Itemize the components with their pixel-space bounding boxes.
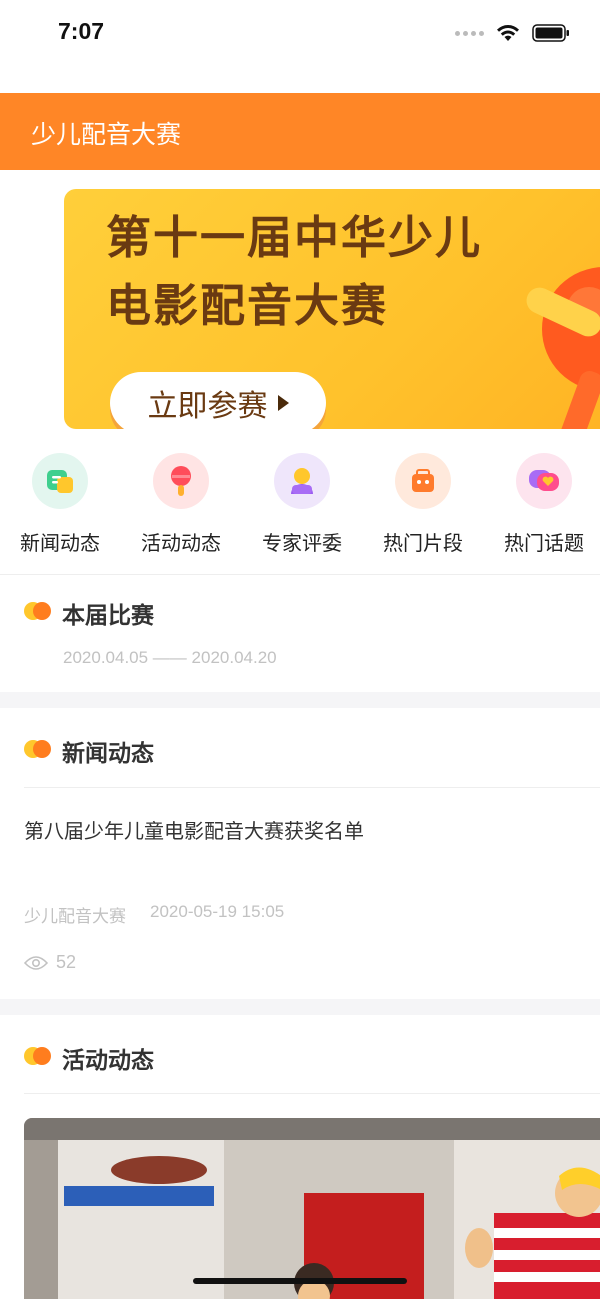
status-icons (455, 24, 570, 42)
news-view-count: 52 (56, 952, 77, 972)
page-title: 少儿配音大赛 (31, 120, 182, 149)
news-chat-icon (32, 453, 88, 509)
section-title-news[interactable]: 新闻动态 (62, 734, 154, 768)
news-meta: 少儿配音大赛 2020-05-19 15:05 (24, 902, 284, 927)
app-header: 少儿配音大赛 (0, 93, 600, 170)
status-time: 7:07 (58, 18, 105, 44)
home-indicator[interactable] (193, 1278, 407, 1284)
banner-title-line1: 第十一届中华少儿 (106, 211, 483, 264)
news-source: 少儿配音大赛 (24, 907, 126, 927)
section-gap (0, 692, 600, 708)
topic-heart-chat-icon (516, 453, 572, 509)
news-headline[interactable]: 第八届少年儿童电影配音大赛获奖名单 (24, 815, 364, 844)
microphone-icon (153, 453, 209, 509)
promo-banner[interactable]: 第十一届中华少儿 电影配音大赛 立即参赛 (64, 189, 600, 429)
banner-title-line2: 电影配音大赛 (106, 279, 389, 332)
nav-item-news[interactable]: 新闻动态 (0, 453, 120, 556)
judge-person-icon (274, 453, 330, 509)
play-arrow-icon (277, 395, 289, 411)
nav-item-hot-topics[interactable]: 热门话题 (484, 453, 600, 556)
news-views: 52 (24, 952, 76, 973)
category-nav: 新闻动态 活动动态 专家评委 热门片段 热门话题 (0, 453, 600, 573)
divider (24, 787, 600, 788)
wifi-icon (496, 24, 520, 42)
clapper-bag-icon (395, 453, 451, 509)
divider (0, 574, 600, 575)
nav-item-activities[interactable]: 活动动态 (121, 453, 241, 556)
nav-item-judges[interactable]: 专家评委 (242, 453, 362, 556)
section-gap (0, 999, 600, 1015)
nav-label: 活动动态 (141, 531, 221, 555)
section-bullet-icon (24, 602, 52, 620)
eye-icon (24, 955, 48, 970)
competition-date-range: 2020.04.05 —— 2020.04.20 (63, 648, 277, 667)
microphone-illustration-icon (526, 267, 600, 429)
section-title-current: 本届比赛 (62, 603, 154, 629)
news-timestamp: 2020-05-19 15:05 (150, 902, 285, 921)
nav-label: 新闻动态 (20, 531, 100, 555)
section-title-activities[interactable]: 活动动态 (62, 1041, 154, 1075)
nav-item-hot-clips[interactable]: 热门片段 (363, 453, 483, 556)
join-now-button[interactable]: 立即参赛 (110, 372, 326, 429)
divider (24, 1093, 600, 1094)
nav-label: 热门片段 (383, 531, 463, 555)
status-bar: 7:07 (0, 0, 600, 93)
cellular-signal-icon (455, 30, 484, 36)
battery-icon (532, 24, 570, 42)
section-bullet-icon (24, 740, 52, 758)
nav-label: 专家评委 (262, 531, 342, 555)
nav-label: 热门话题 (504, 531, 584, 555)
activity-photo[interactable] (24, 1118, 600, 1299)
activity-photo-image (24, 1118, 600, 1299)
join-now-label: 立即参赛 (147, 389, 268, 424)
section-bullet-icon (24, 1047, 52, 1065)
